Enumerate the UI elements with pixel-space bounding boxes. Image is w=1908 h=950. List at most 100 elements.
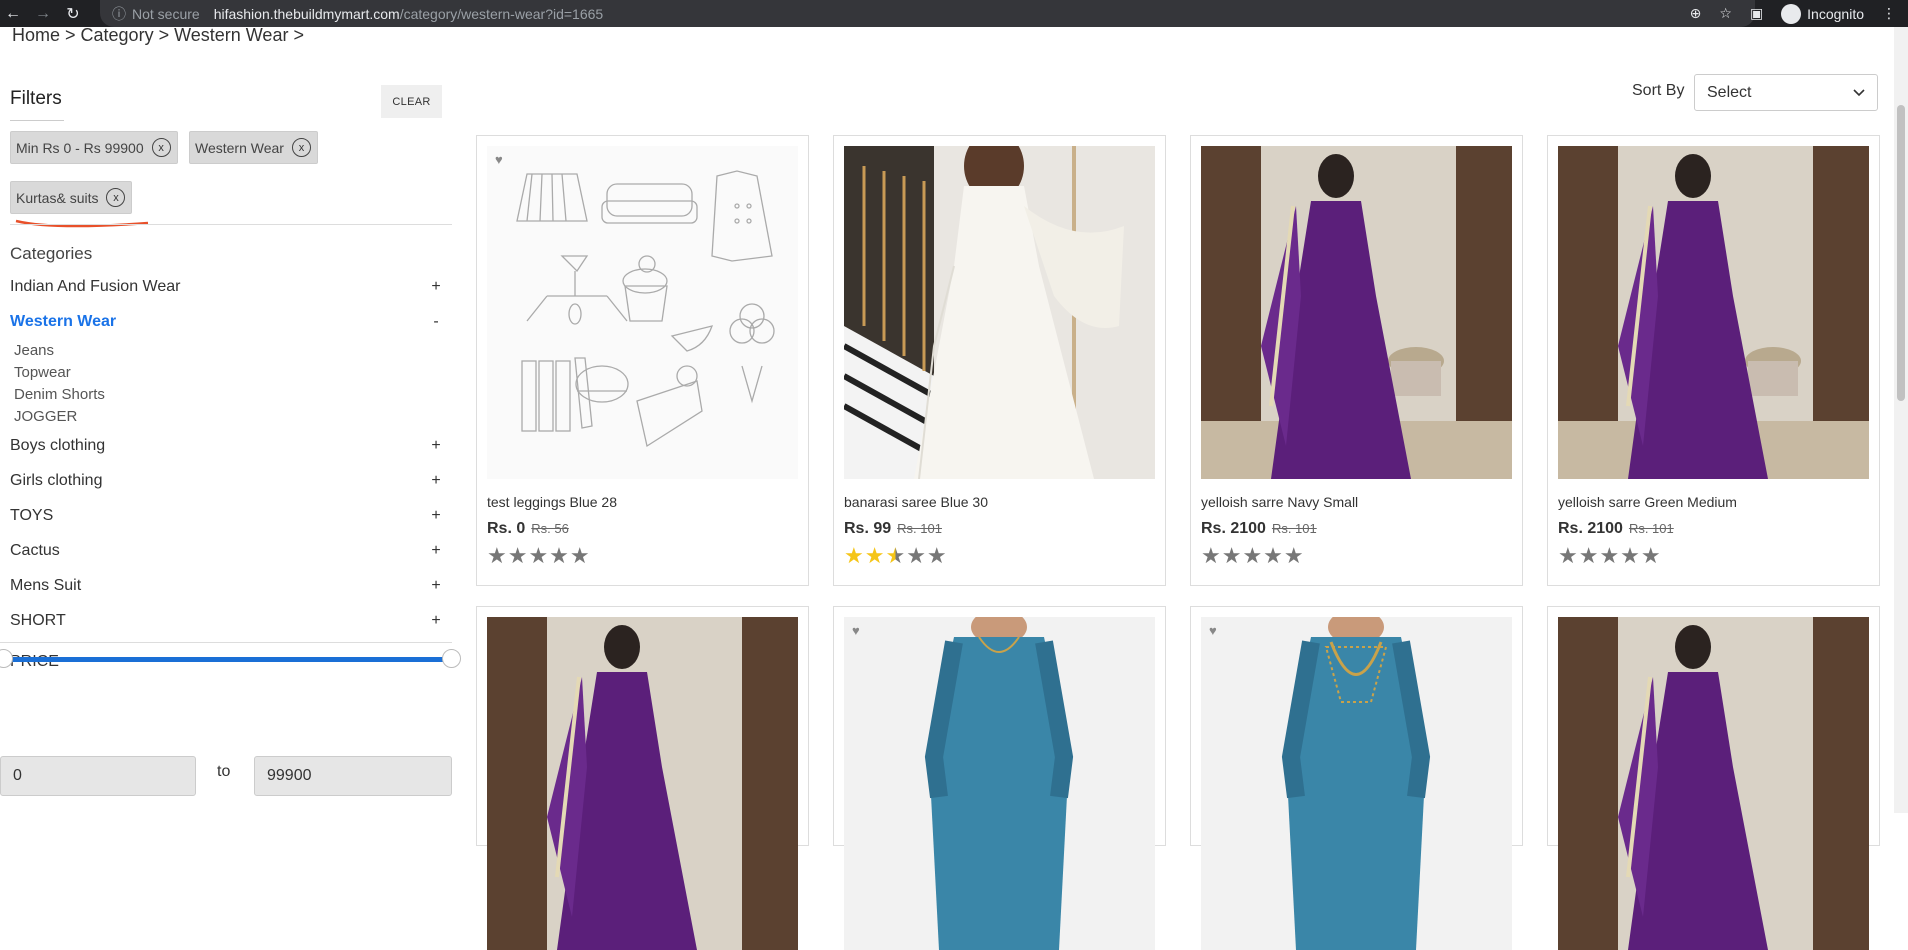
category-item-girls-clothing[interactable]: Girls clothing + [10, 472, 442, 490]
subcategory-item[interactable]: Denim Shorts [14, 386, 105, 403]
categories-title: Categories [10, 244, 93, 263]
breadcrumb[interactable]: Home > Category > Western Wear > [12, 25, 304, 46]
category-label: SHORT [10, 612, 66, 629]
product-name[interactable]: yelloish sarre Green Medium [1558, 494, 1737, 510]
category-item-indian-fusion[interactable]: Indian And Fusion Wear + [10, 278, 442, 296]
product-card[interactable]: ♥ [1190, 606, 1523, 950]
product-image[interactable] [1201, 617, 1512, 950]
product-card[interactable]: banarasi saree Blue 30 Rs. 99 Rs. 101 ★★★… [833, 135, 1166, 586]
product-card[interactable]: yelloish sarre Green Medium Rs. 2100 Rs. … [1547, 135, 1880, 586]
product-price: Rs. 0 Rs. 56 [487, 520, 569, 538]
browser-toolbar: ← → ↻ ⓘ Not secure hifashion.thebuildmym… [0, 0, 1908, 27]
product-image[interactable] [844, 146, 1155, 479]
security-label: Not secure [132, 5, 200, 22]
product-card[interactable] [476, 606, 809, 950]
subcategory-item[interactable]: Topwear [14, 364, 71, 381]
filter-chip-category: Western Wear x [189, 131, 318, 164]
product-card[interactable] [1547, 606, 1880, 950]
price-slider-track[interactable] [3, 657, 451, 662]
price-title: PRICE [10, 653, 59, 671]
price-value: Rs. 2100 [1201, 520, 1266, 537]
teal-kurta-photo [1201, 617, 1512, 950]
price-value: Rs. 99 [844, 520, 892, 537]
mrp-value: Rs. 56 [531, 521, 569, 536]
remove-chip-icon[interactable]: x [106, 188, 126, 207]
chip-label: Kurtas& suits [16, 189, 99, 206]
remove-chip-icon[interactable]: x [291, 138, 311, 157]
mrp-value: Rs. 101 [1628, 521, 1674, 536]
page-scrollbar[interactable] [1894, 27, 1908, 813]
menu-kebab-icon[interactable]: ⋮ [1882, 5, 1896, 22]
collapse-icon[interactable]: - [430, 313, 442, 331]
product-card[interactable]: yelloish sarre Navy Small Rs. 2100 Rs. 10… [1190, 135, 1523, 586]
expand-icon[interactable]: + [430, 612, 442, 630]
product-name[interactable]: yelloish sarre Navy Small [1201, 494, 1358, 510]
rating-stars: ★★★★★ [487, 543, 591, 568]
product-image[interactable] [1558, 617, 1869, 950]
product-image[interactable] [1201, 146, 1512, 479]
sort-selected-value: Select [1707, 83, 1752, 101]
category-item-western-wear[interactable]: Western Wear - [10, 313, 442, 331]
install-icon[interactable]: ⊕ [1690, 5, 1702, 22]
category-item-boys-clothing[interactable]: Boys clothing + [10, 437, 442, 455]
product-image[interactable] [487, 617, 798, 950]
expand-icon[interactable]: + [430, 278, 442, 296]
mrp-value: Rs. 101 [897, 521, 942, 536]
product-card[interactable]: ♥ [833, 606, 1166, 950]
purple-dress-photo [487, 617, 798, 950]
category-item-short[interactable]: SHORT + [10, 612, 442, 630]
expand-icon[interactable]: + [430, 472, 442, 490]
category-label: Western Wear [10, 313, 117, 330]
forward-icon[interactable]: → [34, 5, 52, 23]
divider [10, 224, 452, 225]
reload-icon[interactable]: ↻ [64, 5, 82, 23]
category-item-cactus[interactable]: Cactus + [10, 542, 442, 560]
price-to-label: to [217, 763, 231, 780]
product-image[interactable] [1558, 146, 1869, 479]
rating-stars: ★★★★★ [844, 543, 948, 568]
back-icon[interactable]: ← [4, 5, 22, 23]
scrollbar-thumb[interactable] [1897, 105, 1905, 401]
chip-label: Western Wear [195, 139, 284, 156]
filters-title: Filters [10, 88, 62, 109]
sort-select[interactable]: Select [1694, 74, 1878, 111]
remove-chip-icon[interactable]: x [151, 138, 171, 157]
filters-sidebar: Filters CLEAR Min Rs 0 - Rs 99900 x West… [0, 60, 452, 813]
expand-icon[interactable]: + [430, 507, 442, 525]
min-price-input[interactable] [0, 756, 196, 796]
expand-icon[interactable]: + [430, 577, 442, 595]
chevron-down-icon [1853, 88, 1865, 96]
url-path: /category/western-wear?id=1665 [399, 5, 604, 22]
expand-icon[interactable]: + [430, 437, 442, 455]
product-image-placeholder[interactable] [487, 146, 798, 479]
max-price-input[interactable] [254, 756, 452, 796]
clear-filters-button[interactable]: CLEAR [381, 85, 442, 118]
rating-stars: ★★★★★ [1201, 543, 1305, 568]
category-item-mens-suit[interactable]: Mens Suit + [10, 577, 442, 595]
purple-dress-photo [1201, 146, 1512, 479]
bookmark-star-icon[interactable]: ☆ [1719, 5, 1732, 22]
product-image[interactable] [844, 617, 1155, 950]
teal-kurta-photo [844, 617, 1155, 950]
category-label: Indian And Fusion Wear [10, 278, 181, 295]
purple-dress-photo [1558, 617, 1869, 950]
incognito-indicator[interactable]: Incognito [1781, 3, 1864, 24]
product-name[interactable]: test leggings Blue 28 [487, 494, 617, 510]
price-value: Rs. 0 [487, 520, 526, 537]
url-host: hifashion.thebuildmymart.com [213, 5, 400, 22]
info-icon[interactable]: ⓘ [112, 4, 126, 24]
wishlist-heart-icon[interactable]: ♥ [495, 152, 503, 167]
product-card[interactable]: ♥ test leggings Blue 28 Rs. 0 Rs. 56 ★★★★… [476, 135, 809, 586]
category-item-toys[interactable]: TOYS + [10, 507, 442, 525]
address-bar[interactable]: ⓘ Not secure hifashion.thebuildmymart.co… [100, 0, 1755, 27]
product-name[interactable]: banarasi saree Blue 30 [844, 494, 988, 510]
subcategory-item[interactable]: JOGGER [14, 408, 77, 425]
wishlist-heart-icon[interactable]: ♥ [852, 623, 860, 638]
price-slider-max-handle[interactable] [442, 649, 461, 668]
subcategory-item[interactable]: Jeans [14, 342, 54, 359]
incognito-icon [1781, 3, 1802, 24]
category-label: Cactus [10, 542, 60, 559]
expand-icon[interactable]: + [430, 542, 442, 560]
wishlist-heart-icon[interactable]: ♥ [1209, 623, 1217, 638]
side-panel-icon[interactable]: ▣ [1750, 5, 1763, 22]
